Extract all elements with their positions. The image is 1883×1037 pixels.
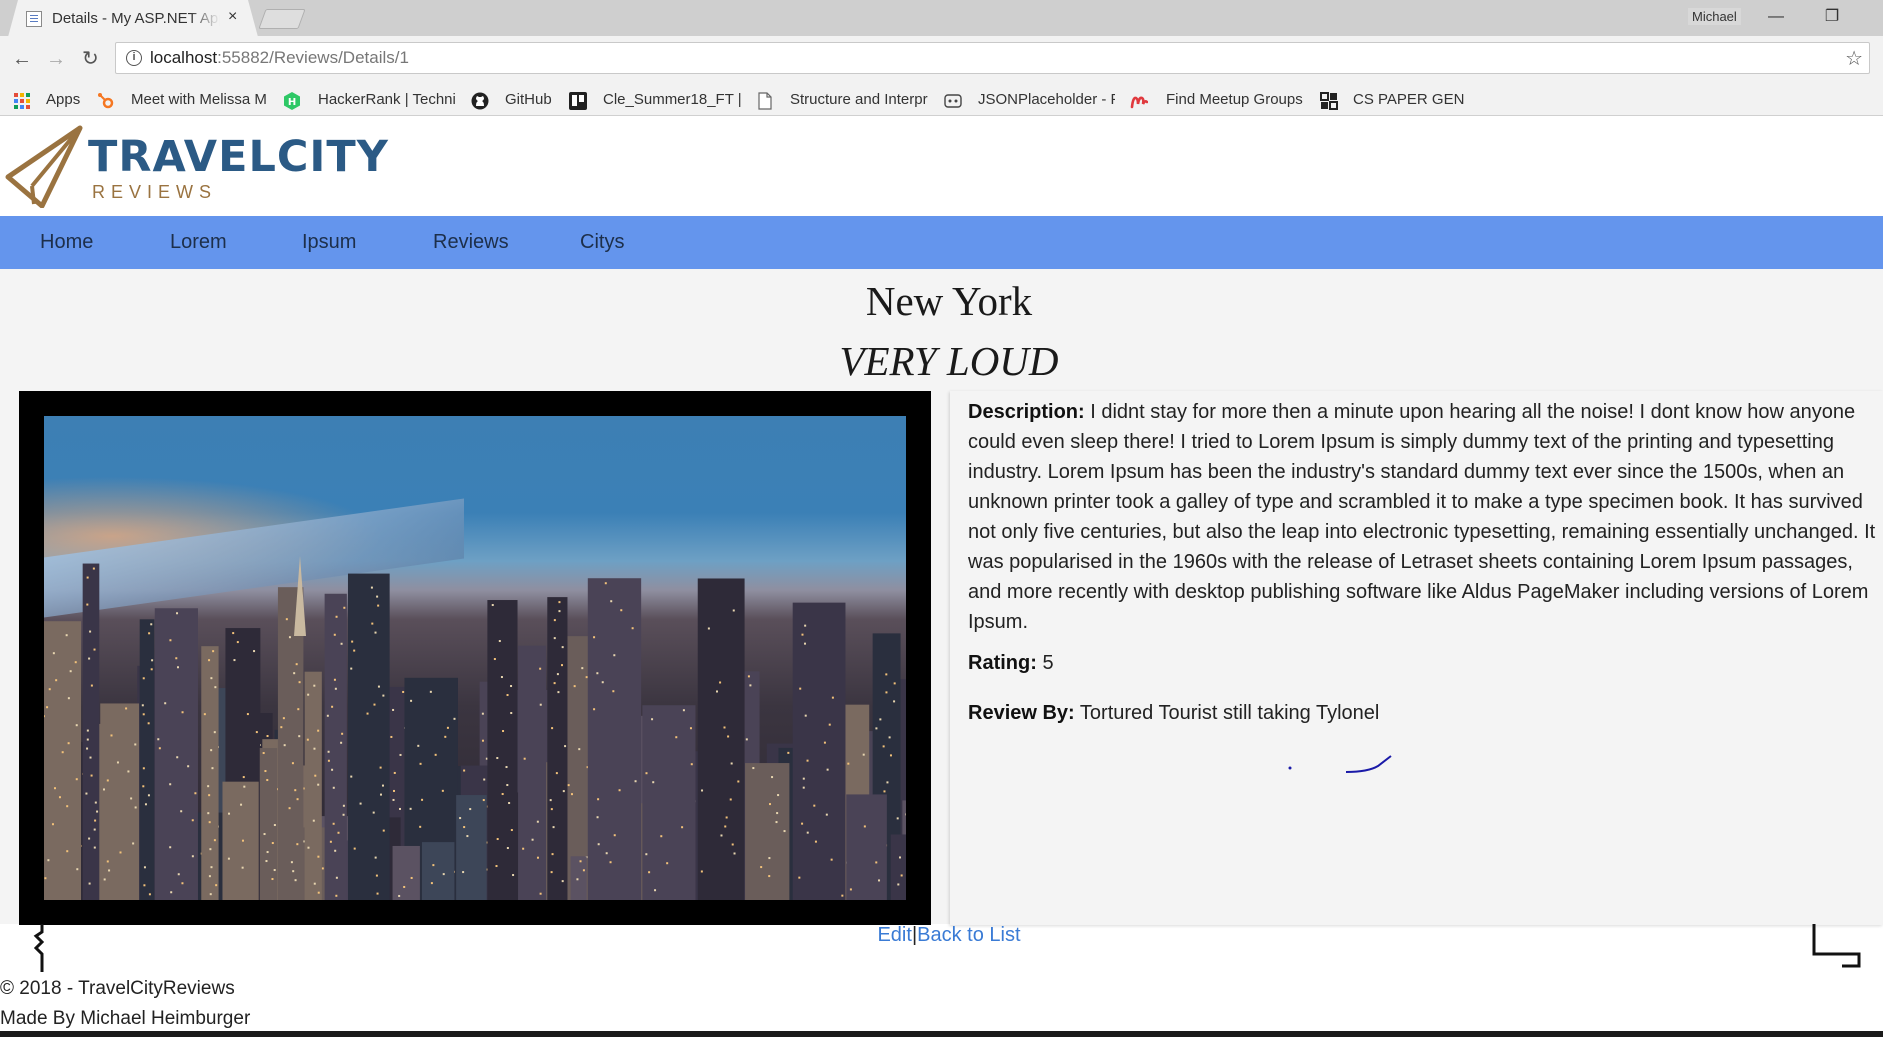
url-path: :55882/Reviews/Details/1: [217, 48, 409, 67]
bookmark-star-icon[interactable]: ☆: [1845, 46, 1863, 71]
city-photo: [44, 416, 906, 900]
taskbar-edge: [0, 1031, 1883, 1037]
url-host: localhost: [150, 48, 218, 67]
site-info-icon[interactable]: i: [126, 50, 142, 66]
bookmark-sicp[interactable]: Structure and Interpr: [790, 91, 928, 109]
paper-plane-icon: [5, 125, 83, 208]
bookmark-meetup[interactable]: Find Meetup Groups: [1166, 91, 1304, 109]
bookmark-apps[interactable]: Apps: [46, 91, 86, 109]
edit-link[interactable]: Edit: [877, 924, 911, 946]
bookmark-melissa[interactable]: Meet with Melissa M: [131, 91, 267, 109]
review-details: New York VERY LOUD Description: I didnt …: [0, 269, 1883, 972]
site-logo[interactable]: TRAVELCITY REVIEWS: [4, 122, 388, 210]
logo-title: TRAVELCITY: [88, 132, 389, 182]
jsonplaceholder-icon: [944, 94, 962, 108]
restore-icon[interactable]: ❐: [1812, 4, 1852, 30]
bookmark-hackerrank[interactable]: HackerRank | Techni: [318, 91, 455, 109]
page-viewport: TRAVELCITY REVIEWS Home Lorem Ipsum Revi…: [0, 116, 1883, 1037]
forward-arrow-icon[interactable]: →: [46, 46, 66, 72]
document-icon: [758, 92, 772, 110]
page-favicon-icon: [26, 11, 42, 27]
nav-citys[interactable]: Citys: [580, 231, 624, 254]
review-title: VERY LOUD: [839, 338, 1059, 384]
hackerrank-icon: H: [284, 92, 300, 110]
nav-ipsum[interactable]: Ipsum: [302, 231, 356, 254]
review-info-panel: Description: I didnt stay for more then …: [950, 391, 1883, 925]
profile-name[interactable]: Michael: [1688, 8, 1741, 25]
browser-toolbar: ← → ↻ i localhost:55882/Reviews/Details/…: [0, 36, 1883, 84]
url-text[interactable]: localhost:55882/Reviews/Details/1: [150, 48, 409, 68]
bookmarks-bar: Apps Meet with Melissa M H HackerRank | …: [0, 84, 1883, 116]
reload-icon[interactable]: ↻: [82, 46, 99, 72]
site-navbar: Home Lorem Ipsum Reviews Citys: [0, 216, 1883, 269]
city-photo-frame: [19, 391, 931, 925]
tab-close-icon[interactable]: ×: [228, 8, 237, 26]
github-icon: [471, 92, 489, 110]
scribble-mark-icon: [1288, 755, 1392, 773]
bookmark-trello[interactable]: Cle_Summer18_FT | T: [603, 91, 743, 109]
back-to-list-link[interactable]: Back to List: [917, 924, 1020, 946]
bookmark-jsonplaceholder[interactable]: JSONPlaceholder - F: [978, 91, 1115, 109]
bookmark-cs-paper-gen[interactable]: CS PAPER GEN: [1353, 91, 1473, 109]
city-name: New York: [865, 278, 1033, 324]
nav-home[interactable]: Home: [40, 231, 93, 254]
footer-author: Made By Michael Heimburger: [0, 1008, 251, 1029]
browser-tab-strip: Details - My ASP.NET App × Michael — ❐: [0, 0, 1883, 37]
meetup-icon: [1130, 96, 1148, 109]
logo-subtitle: REVIEWS: [92, 182, 218, 202]
city-skyline-image: [44, 556, 906, 900]
hubspot-icon: [98, 93, 114, 109]
cspapergen-icon: [1320, 92, 1338, 110]
tab-title: Details - My ASP.NET App: [52, 10, 220, 27]
back-arrow-icon[interactable]: ←: [12, 46, 32, 72]
minimize-icon[interactable]: —: [1756, 4, 1796, 30]
review-actions: Edit|Back to List: [0, 924, 1883, 954]
new-tab-button[interactable]: [258, 9, 306, 29]
bookmark-github[interactable]: GitHub: [505, 91, 555, 109]
apps-grid-icon[interactable]: [13, 92, 31, 110]
nav-reviews[interactable]: Reviews: [433, 231, 509, 254]
address-bar[interactable]: i localhost:55882/Reviews/Details/1 ☆: [115, 42, 1870, 74]
footer-copyright: © 2018 - TravelCityReviews: [0, 978, 235, 999]
svg-text:H: H: [288, 97, 296, 108]
trello-icon: [569, 92, 587, 110]
nav-lorem[interactable]: Lorem: [170, 231, 227, 254]
